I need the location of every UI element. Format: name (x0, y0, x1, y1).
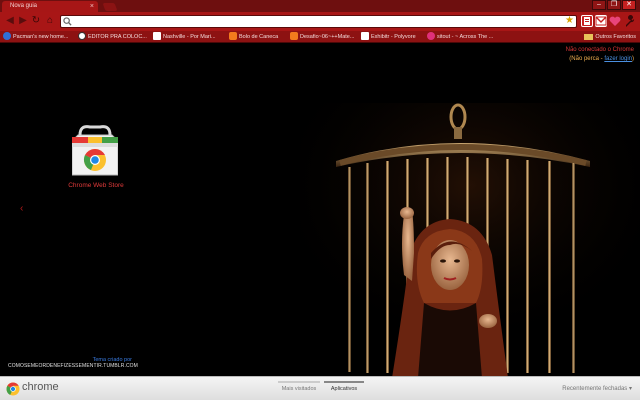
forward-button[interactable]: ▶ (17, 15, 29, 27)
heart-icon[interactable] (609, 15, 621, 27)
tab-nova-guia[interactable]: Nova guia × (2, 1, 98, 12)
white-o-icon (78, 32, 86, 41)
address-bar[interactable]: ★ (60, 15, 577, 28)
bookmark-item-3[interactable]: Bolo de Caneca (229, 32, 291, 42)
page-icon[interactable] (581, 15, 593, 27)
bookmark-star-icon[interactable]: ★ (565, 15, 574, 26)
gmail-icon[interactable] (595, 15, 607, 27)
reload-button[interactable]: ↻ (30, 15, 42, 27)
sign-in-link[interactable]: fazer login (604, 56, 632, 62)
back-button[interactable]: ◀ (4, 15, 16, 27)
other-bookmarks-folder[interactable]: Outros Favoritos (584, 32, 636, 42)
previous-page-arrow[interactable]: ‹ (20, 203, 23, 214)
recently-closed-menu[interactable]: Recentemente fechadas ▾ (562, 385, 632, 392)
blogger-icon (229, 32, 237, 41)
page-icon (153, 32, 161, 41)
blogger-icon (290, 32, 298, 41)
tab-most-visited[interactable]: Mais visitados (278, 381, 320, 392)
chrome-logo-icon (6, 382, 20, 396)
minimize-button[interactable]: – (592, 0, 606, 10)
new-tab-page: Não conectado o Chrome (Não perca - faze… (0, 43, 640, 376)
bookmark-item-1[interactable]: EDITOR PRA COLOC... (78, 32, 148, 42)
restore-button[interactable]: ❐ (607, 0, 621, 10)
tab-apps[interactable]: Aplicativos (324, 381, 364, 392)
wrench-icon[interactable] (624, 15, 636, 27)
bookmark-item-6[interactable]: sitout - ~ Across The ... (427, 32, 499, 42)
p-icon (361, 32, 369, 41)
chrome-wordmark: chrome (22, 381, 59, 393)
blue-circle-icon (3, 32, 11, 41)
theme-credit-link[interactable]: COMOSEMEORDENEFIZESSEMENTIR.TUMBLR.COM (8, 363, 138, 369)
folder-icon (584, 33, 594, 40)
sign-in-line: (Não perca - fazer login) (569, 56, 634, 62)
bookmark-item-0[interactable]: Pacman's new home... (3, 32, 73, 42)
tab-close-icon[interactable]: × (90, 1, 94, 12)
sign-in-promo: Não conectado o Chrome (Não perca - faze… (566, 46, 634, 64)
bookmark-item-5[interactable]: Exhibitr - Polyvore (361, 32, 423, 42)
tab-strip: Nova guia × – ❐ ✕ (0, 0, 640, 12)
browser-window: Nova guia × – ❐ ✕ ◀ ▶ ↻ ⌂ ★ Pacman's new… (0, 0, 640, 400)
sign-in-status: Não conectado o Chrome (565, 47, 634, 53)
bookmark-bar: Pacman's new home... EDITOR PRA COLOC...… (0, 31, 640, 43)
home-button[interactable]: ⌂ (44, 15, 56, 27)
tab-indicator (278, 381, 320, 383)
tab-indicator-active (324, 381, 364, 383)
close-window-button[interactable]: ✕ (622, 0, 636, 10)
pink-circle-icon (427, 32, 435, 41)
toolbar: ◀ ▶ ↻ ⌂ ★ (0, 12, 640, 31)
search-icon (63, 17, 72, 26)
tab-title: Nova guia (10, 3, 38, 9)
theme-background-image (300, 103, 640, 376)
chrome-web-store-icon (72, 125, 118, 176)
ntp-footer: chrome Mais visitados Aplicativos Recent… (0, 376, 640, 400)
theme-credit: Tema criado por COMOSEMEORDENEFIZESSEMEN… (8, 357, 138, 369)
bookmark-item-4[interactable]: Desafio~06~++Mate... (290, 32, 356, 42)
app-tile-label: Chrome Web Store (68, 182, 124, 189)
bookmark-item-2[interactable]: Nashville - Por Mari... (153, 32, 225, 42)
new-tab-button[interactable] (102, 3, 118, 11)
